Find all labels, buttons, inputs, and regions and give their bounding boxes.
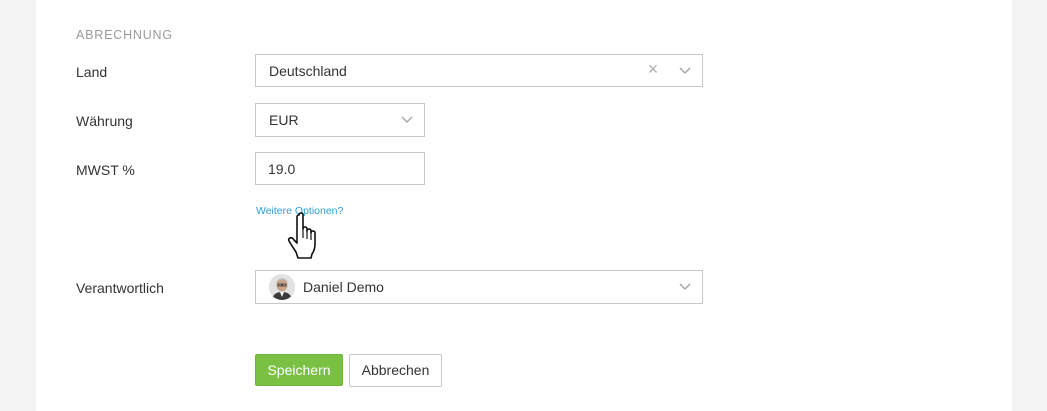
waehrung-value: EUR: [269, 112, 299, 128]
waehrung-select[interactable]: EUR: [255, 103, 425, 137]
land-select[interactable]: Deutschland ×: [255, 54, 703, 87]
land-label: Land: [76, 64, 108, 80]
chevron-down-icon[interactable]: [678, 63, 692, 77]
verantwortlich-select[interactable]: Daniel Demo: [255, 270, 703, 304]
hand-pointer-icon: [287, 212, 316, 259]
cancel-button[interactable]: Abbrechen: [349, 354, 442, 387]
chevron-down-icon[interactable]: [400, 112, 414, 126]
mwst-input[interactable]: 19.0: [255, 152, 425, 185]
verantwortlich-label: Verantwortlich: [76, 280, 164, 296]
user-avatar: [269, 274, 295, 300]
chevron-down-icon[interactable]: [678, 279, 692, 293]
save-button[interactable]: Speichern: [255, 354, 343, 386]
verantwortlich-value: Daniel Demo: [303, 279, 384, 295]
mwst-value: 19.0: [268, 161, 296, 177]
land-value: Deutschland: [269, 63, 347, 79]
waehrung-label: Währung: [76, 113, 133, 129]
section-title: ABRECHNUNG: [76, 28, 173, 42]
close-icon[interactable]: ×: [646, 60, 660, 78]
mwst-label: MWST %: [76, 162, 135, 178]
